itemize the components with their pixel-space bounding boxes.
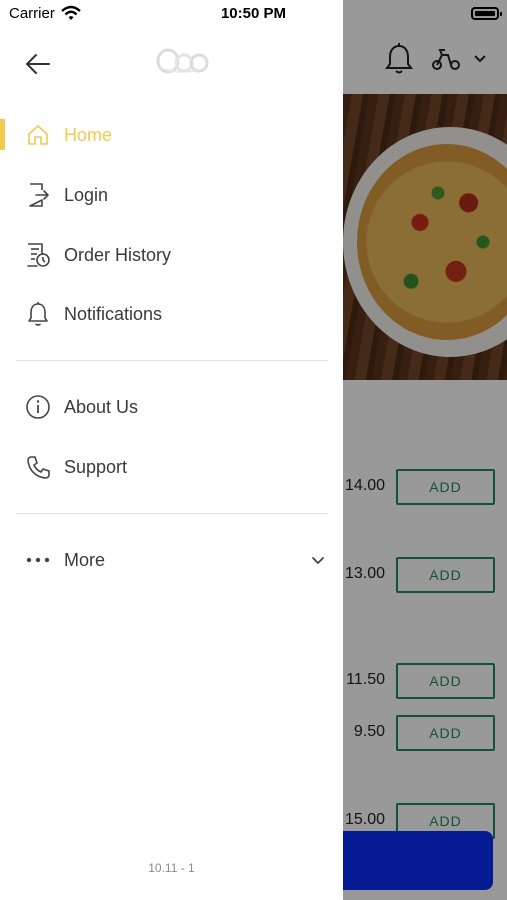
battery-icon	[471, 7, 502, 20]
back-button[interactable]	[22, 48, 54, 80]
menu-item-home[interactable]: Home	[0, 107, 343, 163]
menu-item-label: Order History	[64, 244, 172, 265]
menu-item-about-us[interactable]: About Us	[0, 379, 343, 435]
menu-divider	[16, 360, 328, 361]
brand-logo	[156, 48, 209, 74]
menu-divider	[16, 513, 328, 514]
status-time: 10:50 PM	[220, 5, 287, 22]
menu-item-label: Home	[64, 124, 113, 145]
phone-icon	[24, 453, 52, 481]
menu-item-order-history[interactable]: Order History	[0, 227, 343, 283]
login-icon	[24, 181, 52, 209]
menu-item-notifications[interactable]: Notifications	[0, 286, 343, 342]
menu-item-label: About Us	[64, 396, 139, 417]
chevron-down-icon[interactable]	[310, 552, 326, 568]
menu-item-more[interactable]: More	[0, 532, 343, 588]
navigation-drawer: Home Login Order History Notifications A…	[0, 0, 343, 900]
status-bar: Carrier 10:50 PM	[0, 0, 507, 30]
more-dots-icon	[24, 546, 52, 574]
menu-item-label: Notifications	[64, 303, 163, 324]
info-icon	[24, 393, 52, 421]
app-version: 10.11 - 1	[148, 861, 195, 875]
order-history-icon	[24, 241, 52, 269]
menu-item-support[interactable]: Support	[0, 439, 343, 495]
menu-item-login[interactable]: Login	[0, 167, 343, 223]
menu-item-label: More	[64, 549, 106, 570]
menu-item-label: Support	[64, 456, 128, 477]
bell-icon	[24, 300, 52, 328]
home-icon	[24, 121, 52, 149]
menu-item-label: Login	[64, 184, 109, 205]
arrow-left-icon	[26, 54, 50, 74]
